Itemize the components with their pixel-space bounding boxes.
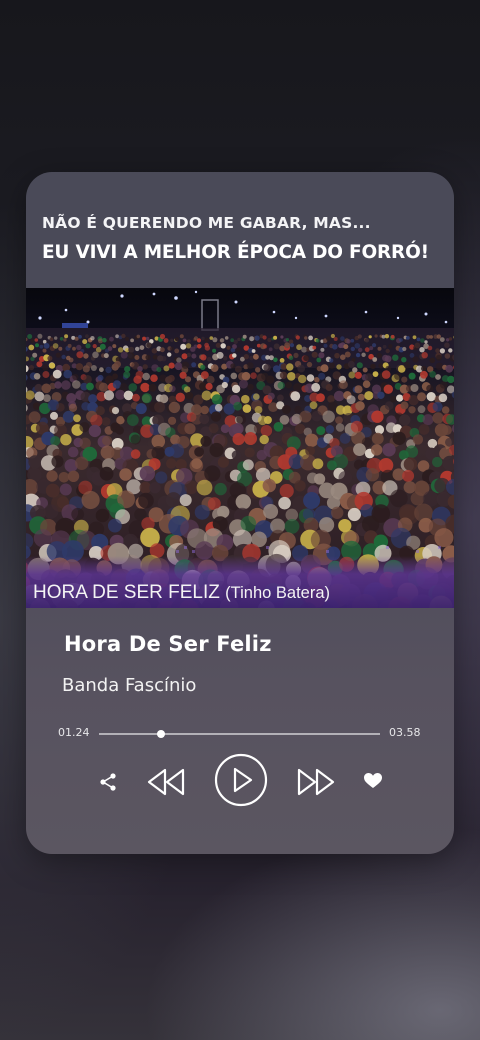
overlay-headline: EU VIVI A MELHOR ÉPOCA DO FORRÓ! — [42, 242, 429, 263]
like-button[interactable] — [360, 768, 386, 794]
caption-artist: (Tinho Batera) — [225, 584, 331, 602]
play-icon — [214, 753, 268, 807]
fast-forward-icon — [297, 768, 335, 796]
current-time: 01.24 — [58, 726, 90, 739]
overlay-subtitle: NÃO É QUERENDO ME GABAR, MAS... — [42, 214, 371, 232]
share-button[interactable] — [94, 768, 122, 796]
music-player-card: NÃO É QUERENDO ME GABAR, MAS... EU VIVI … — [26, 172, 454, 854]
heart-icon — [364, 773, 382, 788]
next-button[interactable] — [294, 762, 338, 802]
rewind-icon — [147, 768, 185, 796]
progress-thumb[interactable] — [156, 730, 165, 738]
caption-title: HORA DE SER FELIZ — [33, 582, 220, 603]
progress-bar[interactable] — [99, 730, 380, 738]
song-title: Hora De Ser Feliz — [64, 632, 272, 656]
crowd-image — [26, 288, 454, 608]
video-caption: HORA DE SER FELIZ (Tinho Batera) — [33, 582, 330, 604]
play-button[interactable] — [214, 753, 268, 807]
video-thumbnail[interactable] — [26, 288, 454, 608]
song-artist: Banda Fascínio — [62, 675, 197, 696]
share-icon — [100, 773, 116, 791]
previous-button[interactable] — [144, 762, 188, 802]
total-time: 03.58 — [389, 726, 421, 739]
